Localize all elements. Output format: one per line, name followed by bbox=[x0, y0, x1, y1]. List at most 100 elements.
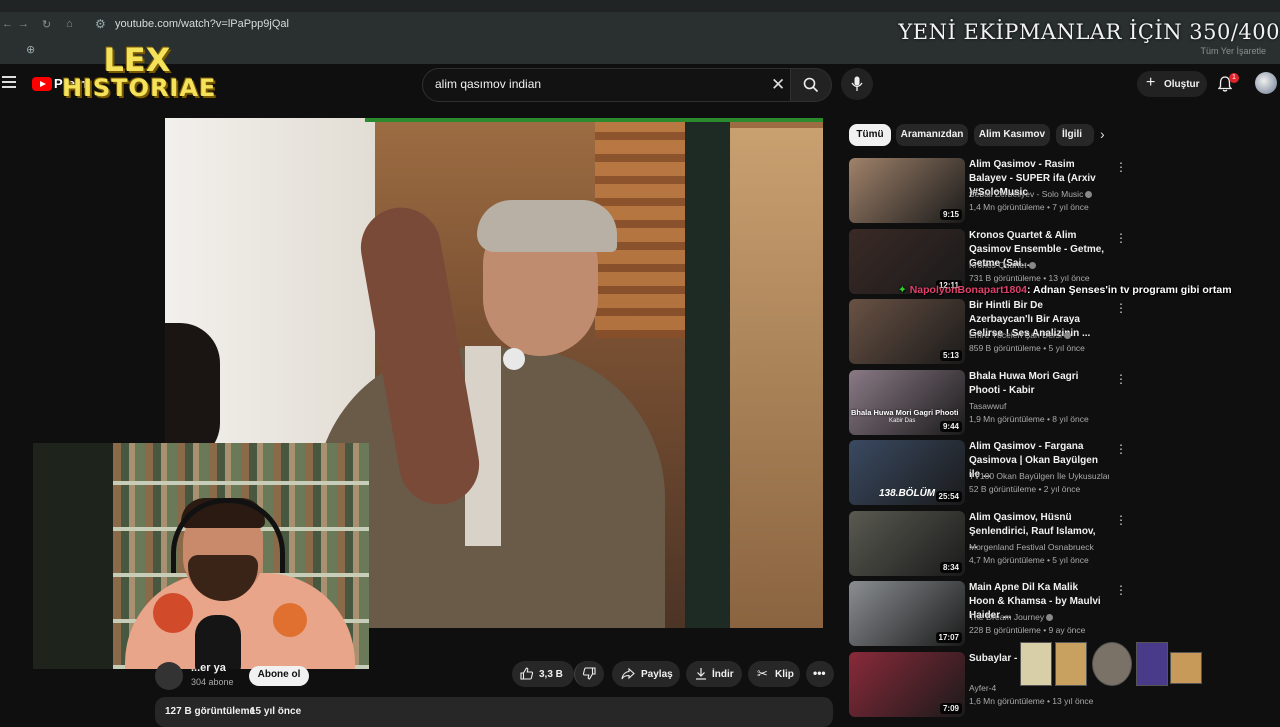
more-vertical-icon[interactable]: ⋮ bbox=[1115, 160, 1127, 174]
channel-text: Morgenland Festival Osnabrueck bbox=[969, 542, 1094, 552]
thumbnail-caption: 138.BÖLÜM bbox=[879, 488, 936, 499]
video-thumbnail[interactable]: 9:15 bbox=[849, 158, 965, 223]
recommended-video[interactable]: 5:13 Bir Hintli Bir De Azerbaycan'lı Bir … bbox=[849, 299, 1249, 365]
chip-related[interactable]: İlgili bbox=[1056, 124, 1094, 146]
subscribe-button[interactable]: Abone ol bbox=[249, 666, 309, 686]
upload-date: 15 yıl önce bbox=[250, 706, 302, 717]
video-top-edge bbox=[365, 118, 823, 122]
search-input[interactable] bbox=[433, 76, 767, 92]
video-duration: 25:54 bbox=[935, 491, 962, 502]
recommended-video[interactable]: 25:54 138.BÖLÜM Alim Qasimov - Fargana Qas… bbox=[849, 440, 1249, 506]
download-button[interactable]: İndir bbox=[686, 661, 742, 687]
recommended-video[interactable]: 9:15 Alim Qasimov - Rasim Balayev - SUPER… bbox=[849, 158, 1249, 224]
chevron-right-icon[interactable]: › bbox=[1100, 126, 1105, 142]
menu-icon[interactable] bbox=[2, 76, 16, 91]
share-label: Paylaş bbox=[641, 669, 673, 680]
all-bookmarks-folder[interactable]: Tüm Yer İşaretle bbox=[1200, 46, 1266, 56]
chat-overlay-message: ✦ NapolyonBonapart1804: Adnan Şenses'in … bbox=[898, 284, 1232, 296]
back-icon[interactable]: ← bbox=[2, 18, 13, 30]
video-thumbnail[interactable]: 7:09 bbox=[849, 652, 965, 717]
clip-label: Klip bbox=[775, 669, 794, 680]
thumbs-up-icon bbox=[520, 667, 533, 680]
video-thumbnail[interactable]: 25:54 138.BÖLÜM bbox=[849, 440, 965, 505]
browser-tab-strip bbox=[0, 0, 1280, 12]
reload-icon[interactable]: ↻ bbox=[42, 18, 51, 31]
description-box[interactable]: 127 B görüntüleme 15 yıl önce bbox=[155, 697, 833, 727]
video-channel[interactable]: Morgenland Festival Osnabrueck bbox=[969, 542, 1109, 552]
site-info-icon[interactable]: ⚙ bbox=[95, 17, 106, 31]
wristwatch bbox=[503, 348, 525, 370]
more-vertical-icon[interactable]: ⋮ bbox=[1115, 301, 1127, 315]
video-meta: 228 B görüntüleme • 9 ay önce bbox=[969, 625, 1086, 635]
more-vertical-icon[interactable]: ⋮ bbox=[1115, 231, 1127, 245]
channel-avatar[interactable] bbox=[155, 662, 183, 690]
video-title[interactable]: Bhala Huwa Mori Gagri Phooti - Kabir bbox=[969, 370, 1105, 398]
chip-from-search[interactable]: Aramanızdan bbox=[896, 124, 968, 146]
channel-text: Kronos Quartet bbox=[969, 260, 1027, 270]
recommended-video[interactable]: 8:34 Alim Qasimov, Hüsnü Şenlendirici, Ra… bbox=[849, 511, 1249, 577]
bookmark-globe-icon[interactable]: ⊕ bbox=[26, 43, 35, 56]
search-icon bbox=[803, 77, 819, 93]
video-scene-shadow bbox=[165, 323, 220, 463]
video-duration: 17:07 bbox=[935, 632, 962, 643]
microphone-icon bbox=[195, 615, 241, 669]
channel-name[interactable]: ...er ya bbox=[191, 662, 226, 674]
notification-count-badge: 1 bbox=[1229, 73, 1239, 83]
video-channel[interactable]: Tasawwuf bbox=[969, 401, 1109, 411]
search-button[interactable] bbox=[790, 68, 832, 102]
video-meta: 1,9 Mn görüntüleme • 8 yıl önce bbox=[969, 414, 1089, 424]
dislike-button[interactable] bbox=[574, 661, 604, 687]
clip-button[interactable]: ✂ Klip bbox=[748, 661, 800, 687]
video-channel[interactable]: Emre Yücelen Şan Dersi bbox=[969, 330, 1109, 340]
video-thumbnail[interactable]: 5:13 bbox=[849, 299, 965, 364]
youtube-logo-icon[interactable] bbox=[32, 77, 52, 91]
url-text[interactable]: youtube.com/watch?v=lPaPpp9jQal bbox=[115, 18, 289, 30]
chip-alim-kasimov[interactable]: Alim Kasımov bbox=[974, 124, 1050, 146]
thumbnail-caption: Bhala Huwa Mori Gagri Phooti bbox=[851, 408, 959, 417]
lex-historiae-logo: LEX HISTORIAE bbox=[62, 41, 215, 102]
video-channel[interactable]: Kronos Quartet bbox=[969, 260, 1109, 270]
book-cover-image bbox=[1055, 642, 1087, 686]
book-cover-image bbox=[1020, 642, 1052, 686]
more-vertical-icon[interactable]: ⋮ bbox=[1115, 513, 1127, 527]
stream-goal-banner: YENİ EKİPMANLAR İÇİN 350/400 bbox=[898, 20, 1280, 44]
video-duration: 7:09 bbox=[939, 703, 962, 714]
video-channel[interactable]: The Dream Journey bbox=[969, 612, 1109, 622]
logo-line-1: LEX bbox=[103, 41, 171, 79]
chip-all[interactable]: Tümü bbox=[849, 124, 891, 146]
verified-check-icon bbox=[1085, 191, 1093, 199]
video-meta: 731 B görüntüleme • 13 yıl önce bbox=[969, 273, 1090, 283]
scissors-icon: ✂ bbox=[757, 666, 768, 681]
account-avatar[interactable] bbox=[1255, 72, 1277, 94]
thumbs-down-icon bbox=[583, 667, 596, 680]
video-channel[interactable]: Sebail Zerbeliyev - Solo Music bbox=[969, 189, 1109, 199]
chat-badge-icon: ✦ bbox=[898, 284, 910, 296]
video-duration: 9:44 bbox=[939, 421, 962, 432]
create-label: Oluştur bbox=[1164, 79, 1200, 90]
video-scene-pillar bbox=[685, 118, 730, 628]
home-icon[interactable]: ⌂ bbox=[66, 18, 73, 30]
video-thumbnail[interactable]: 9:44 Bhala Huwa Mori Gagri Phooti Kabir Da… bbox=[849, 370, 965, 435]
recommended-video[interactable]: 17:07 Main Apne Dil Ka Malik Hoon & Khams… bbox=[849, 581, 1249, 647]
verified-check-icon bbox=[1046, 614, 1054, 622]
recommended-video[interactable]: 9:44 Bhala Huwa Mori Gagri Phooti Kabir Da… bbox=[849, 370, 1249, 436]
voice-search-button[interactable] bbox=[841, 68, 873, 100]
download-icon bbox=[696, 668, 706, 680]
chat-text: : Adnan Şenses'in tv programı gibi ortam bbox=[1027, 284, 1232, 296]
subscriber-count: 304 abone bbox=[191, 677, 234, 687]
create-button[interactable]: + Oluştur bbox=[1137, 71, 1207, 97]
forward-icon[interactable]: → bbox=[18, 18, 29, 30]
video-thumbnail[interactable]: 8:34 bbox=[849, 511, 965, 576]
more-actions-button[interactable]: ••• bbox=[806, 661, 834, 687]
verified-check-icon bbox=[1063, 332, 1071, 340]
video-channel[interactable]: TV100 Okan Bayülgen İle Uykusuzlar Kul..… bbox=[969, 471, 1109, 481]
clear-search-icon[interactable]: ✕ bbox=[771, 75, 785, 95]
share-arrow-icon bbox=[621, 668, 635, 680]
video-thumbnail[interactable]: 17:07 bbox=[849, 581, 965, 646]
more-vertical-icon[interactable]: ⋮ bbox=[1115, 442, 1127, 456]
share-button[interactable]: Paylaş bbox=[612, 661, 680, 687]
video-duration: 5:13 bbox=[939, 350, 962, 361]
more-vertical-icon[interactable]: ⋮ bbox=[1115, 583, 1127, 597]
more-vertical-icon[interactable]: ⋮ bbox=[1115, 372, 1127, 386]
like-button[interactable]: 3,3 B bbox=[512, 661, 574, 687]
